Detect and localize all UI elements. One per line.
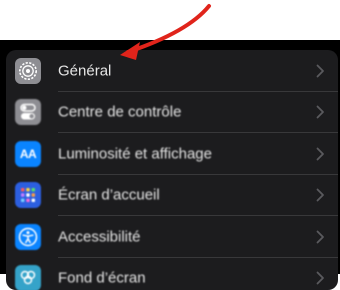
settings-screen: Général Centre de contrôle AA (0, 40, 340, 274)
settings-item-label: Écran d’accueil (58, 187, 160, 204)
text-size-icon: AA (15, 141, 41, 167)
settings-group: Général Centre de contrôle AA (6, 50, 338, 290)
gear-icon (15, 58, 41, 84)
toggles-icon (15, 99, 41, 125)
accessibility-icon (15, 224, 41, 250)
icon-glyph: AA (20, 147, 36, 161)
settings-item-label: Fond d’écran (58, 270, 146, 287)
chevron-right-icon (316, 64, 325, 78)
settings-item-label: Accessibilité (58, 228, 141, 245)
settings-item-control-center[interactable]: Centre de contrôle (6, 92, 338, 134)
settings-item-general[interactable]: Général (6, 50, 338, 92)
settings-item-label: Centre de contrôle (58, 104, 181, 121)
settings-item-display-brightness[interactable]: AA Luminosité et affichage (6, 133, 338, 175)
home-grid-icon (15, 182, 41, 208)
settings-item-home-screen[interactable]: Écran d’accueil (6, 175, 338, 217)
settings-item-label: Général (58, 62, 111, 79)
chevron-right-icon (316, 105, 325, 119)
settings-item-accessibility[interactable]: Accessibilité (6, 216, 338, 258)
chevron-right-icon (316, 147, 325, 161)
settings-item-label: Luminosité et affichage (58, 145, 212, 162)
chevron-right-icon (316, 271, 325, 285)
chevron-right-icon (316, 230, 325, 244)
chevron-right-icon (316, 188, 325, 202)
wallpaper-icon (15, 265, 41, 290)
